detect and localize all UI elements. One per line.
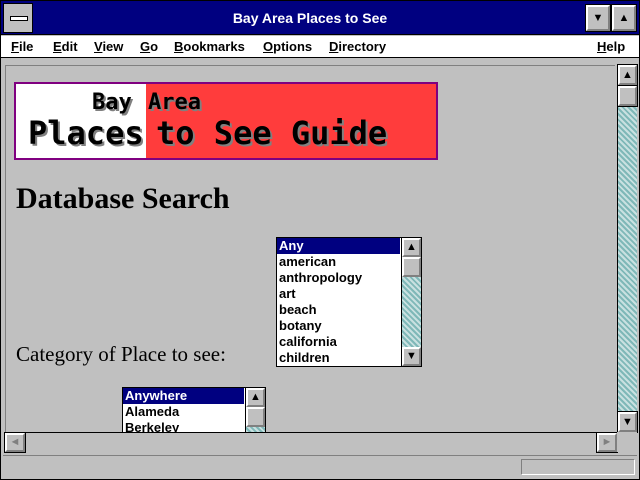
banner-bay: Bay xyxy=(92,90,132,115)
category-scroll-down-button[interactable]: ▼ xyxy=(402,347,421,366)
location-option[interactable]: Anywhere xyxy=(123,388,244,404)
arrow-left-icon: ◄ xyxy=(9,436,21,448)
minimize-button[interactable]: ▼ xyxy=(585,4,611,32)
scrollbar-corner xyxy=(617,432,637,452)
banner-to-see-guide: to See Guide xyxy=(156,114,388,152)
arrow-down-icon: ▼ xyxy=(622,416,633,428)
arrow-up-icon: ▲ xyxy=(250,391,261,403)
page-scroll-up-button[interactable]: ▲ xyxy=(617,64,638,86)
menu-bookmarks[interactable]: Bookmarks xyxy=(174,36,245,58)
location-scrollbar[interactable]: ▲ xyxy=(245,388,265,432)
banner-area: Area xyxy=(148,90,201,115)
system-menu-button[interactable] xyxy=(3,3,33,33)
title-bar[interactable]: Bay Area Places to See ▼ ▲ xyxy=(1,1,639,35)
category-option[interactable]: art xyxy=(277,286,400,302)
category-option[interactable]: children xyxy=(277,350,400,366)
category-listbox[interactable]: Any american anthropology art beach bota… xyxy=(276,237,422,367)
menu-edit[interactable]: Edit xyxy=(53,36,78,58)
category-option[interactable]: beach xyxy=(277,302,400,318)
menu-options[interactable]: Options xyxy=(263,36,312,58)
page-horizontal-scrollbar[interactable]: ◄ ► xyxy=(4,432,618,453)
page-heading: Database Search xyxy=(16,182,230,215)
page-content: Bay Area Places to See Guide Database Se… xyxy=(5,65,615,432)
arrow-up-icon: ▲ xyxy=(622,69,633,81)
page-scroll-thumb[interactable] xyxy=(617,85,638,107)
arrow-up-icon: ▲ xyxy=(406,241,417,253)
menu-help[interactable]: Help xyxy=(597,36,625,58)
system-menu-icon xyxy=(10,16,28,21)
page-vertical-scrollbar[interactable]: ▲ ▼ xyxy=(617,64,638,433)
menu-bar: File Edit View Go Bookmarks Options Dire… xyxy=(1,36,639,58)
page-scroll-down-button[interactable]: ▼ xyxy=(617,411,638,433)
category-option[interactable]: california xyxy=(277,334,400,350)
minimize-icon: ▼ xyxy=(592,12,604,24)
menu-view[interactable]: View xyxy=(94,36,123,58)
location-scroll-up-button[interactable]: ▲ xyxy=(246,388,265,407)
banner-places: Places xyxy=(28,114,144,152)
window-title: Bay Area Places to See xyxy=(232,10,388,26)
category-scroll-thumb[interactable] xyxy=(402,257,421,277)
category-option[interactable]: anthropology xyxy=(277,270,400,286)
status-progress-field xyxy=(521,459,635,475)
category-scroll-up-button[interactable]: ▲ xyxy=(402,238,421,257)
browser-window: Bay Area Places to See ▼ ▲ File Edit Vie… xyxy=(0,0,640,480)
status-bar xyxy=(3,455,637,477)
menu-directory[interactable]: Directory xyxy=(329,36,386,58)
page-scroll-left-button[interactable]: ◄ xyxy=(4,432,26,453)
location-scroll-thumb[interactable] xyxy=(246,407,265,427)
maximize-icon: ▲ xyxy=(618,12,630,24)
page-scroll-right-button[interactable]: ► xyxy=(596,432,618,453)
category-option[interactable]: Any xyxy=(277,238,400,254)
arrow-right-icon: ► xyxy=(601,436,613,448)
category-option[interactable]: botany xyxy=(277,318,400,334)
location-option[interactable]: Berkeley xyxy=(123,420,244,432)
arrow-down-icon: ▼ xyxy=(406,350,417,362)
category-scrollbar[interactable]: ▲ ▼ xyxy=(401,238,421,366)
maximize-button[interactable]: ▲ xyxy=(611,4,637,32)
menu-file[interactable]: File xyxy=(11,36,33,58)
category-label: Category of Place to see: xyxy=(16,342,226,366)
location-option[interactable]: Alameda xyxy=(123,404,244,420)
site-banner-logo: Bay Area Places to See Guide xyxy=(14,82,438,160)
menu-go[interactable]: Go xyxy=(140,36,158,58)
category-option[interactable]: american xyxy=(277,254,400,270)
location-listbox[interactable]: Anywhere Alameda Berkeley ▲ xyxy=(122,387,266,432)
